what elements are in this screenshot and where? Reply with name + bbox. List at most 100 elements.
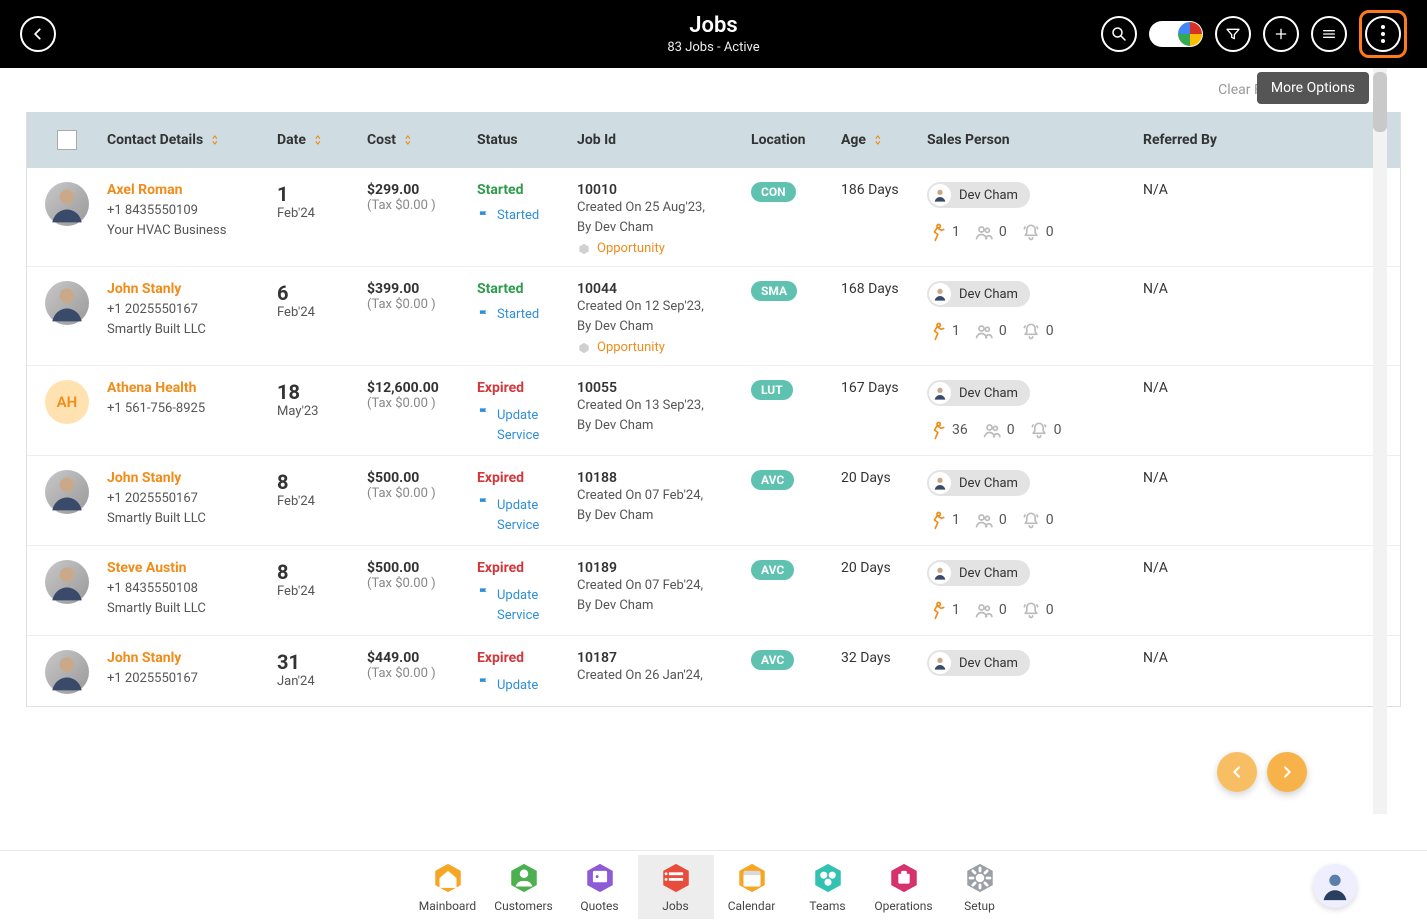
table-row[interactable]: John Stanly +1 2025550167 31 Jan'24$449.… — [27, 635, 1400, 706]
status-label: Expired — [477, 380, 577, 396]
page-next-button[interactable] — [1267, 752, 1307, 792]
cost-amount: $449.00 — [367, 650, 477, 666]
location-badge[interactable]: AVC — [751, 650, 794, 670]
contact-name[interactable]: John Stanly — [107, 281, 277, 297]
location-badge[interactable]: AVC — [751, 470, 794, 490]
activity-count: 1 — [927, 600, 960, 620]
back-button[interactable] — [20, 16, 56, 52]
team-count: 0 — [982, 420, 1015, 440]
status-flag[interactable]: Started — [477, 208, 577, 223]
date-day: 31 — [277, 650, 367, 674]
date-month: Feb'24 — [277, 206, 367, 221]
contact-company: Smartly Built LLC — [107, 599, 277, 619]
jobs-table: Contact Details Date Cost Status Job Id … — [26, 112, 1401, 707]
nav-mainboard[interactable]: Mainboard — [410, 855, 486, 919]
location-badge[interactable]: LUT — [751, 380, 793, 400]
nav-operations[interactable]: Operations — [866, 855, 942, 919]
nav-quotes[interactable]: Quotes — [562, 855, 638, 919]
col-referred[interactable]: Referred By — [1143, 132, 1273, 148]
contact-name[interactable]: Athena Health — [107, 380, 277, 396]
cost-tax: (Tax $0.00 ) — [367, 576, 477, 591]
select-all-checkbox[interactable] — [57, 130, 77, 150]
table-row[interactable]: Axel Roman +1 8435550109 Your HVAC Busin… — [27, 168, 1400, 266]
status-flag[interactable]: UpdateService — [477, 586, 577, 625]
nav-calendar[interactable]: Calendar — [714, 855, 790, 919]
sales-avatar-icon — [929, 652, 951, 674]
counters: 1 0 0 — [927, 222, 1143, 242]
nav-jobs[interactable]: Jobs — [638, 855, 714, 919]
table-row[interactable]: Steve Austin +1 8435550108 Smartly Built… — [27, 545, 1400, 635]
col-contact-label: Contact Details — [107, 132, 203, 148]
col-contact[interactable]: Contact Details — [107, 132, 277, 148]
sort-icon — [872, 133, 886, 147]
date-day: 1 — [277, 182, 367, 206]
location-badge[interactable]: SMA — [751, 281, 797, 301]
opportunity-tag[interactable]: Opportunity — [577, 241, 751, 256]
job-by: By Dev Cham — [577, 218, 751, 238]
table-row[interactable]: AHAthena Health +1 561-756-8925 18 May'2… — [27, 365, 1400, 455]
list-view-button[interactable] — [1311, 16, 1347, 52]
nav-teams[interactable]: Teams — [790, 855, 866, 919]
contact-company: Smartly Built LLC — [107, 320, 277, 340]
avatar — [45, 650, 89, 694]
scrollbar-thumb[interactable] — [1373, 72, 1387, 132]
activity-count: 1 — [927, 510, 960, 530]
job-created: Created On 12 Sep'23, — [577, 297, 751, 317]
chevron-left-icon — [31, 27, 45, 41]
add-button[interactable] — [1263, 16, 1299, 52]
col-jobid[interactable]: Job Id — [577, 132, 751, 148]
sort-icon — [312, 133, 326, 147]
sales-person-pill[interactable]: Dev Cham — [927, 281, 1030, 307]
col-date[interactable]: Date — [277, 132, 367, 148]
team-count: 0 — [974, 321, 1007, 341]
location-badge[interactable]: CON — [751, 182, 796, 202]
status-label: Started — [477, 182, 577, 198]
contact-name[interactable]: Axel Roman — [107, 182, 277, 198]
nav-setup[interactable]: Setup — [942, 855, 1018, 919]
opportunity-tag[interactable]: Opportunity — [577, 340, 751, 355]
cost-tax: (Tax $0.00 ) — [367, 396, 477, 411]
counters: 1 0 0 — [927, 600, 1143, 620]
sales-person-pill[interactable]: Dev Cham — [927, 182, 1030, 208]
sales-person-name: Dev Cham — [959, 287, 1018, 302]
sales-person-pill[interactable]: Dev Cham — [927, 560, 1030, 586]
contact-name[interactable]: Steve Austin — [107, 560, 277, 576]
location-badge[interactable]: AVC — [751, 560, 794, 580]
more-options-button[interactable] — [1365, 16, 1401, 52]
status-label: Started — [477, 281, 577, 297]
cost-amount: $500.00 — [367, 560, 477, 576]
sales-person-pill[interactable]: Dev Cham — [927, 650, 1030, 676]
col-location[interactable]: Location — [751, 132, 841, 148]
sales-avatar-icon — [929, 283, 951, 305]
filter-button[interactable] — [1215, 16, 1251, 52]
profile-avatar[interactable] — [1313, 864, 1357, 908]
date-month: Feb'24 — [277, 584, 367, 599]
status-flag[interactable]: Started — [477, 307, 577, 322]
search-button[interactable] — [1101, 16, 1137, 52]
status-flag[interactable]: Update — [477, 676, 577, 696]
map-toggle[interactable] — [1149, 21, 1203, 47]
status-flag[interactable]: UpdateService — [477, 406, 577, 445]
job-created: Created On 07 Feb'24, — [577, 486, 751, 506]
contact-name[interactable]: John Stanly — [107, 650, 277, 666]
page-prev-button[interactable] — [1217, 752, 1257, 792]
col-sales[interactable]: Sales Person — [927, 132, 1143, 148]
alert-count: 0 — [1021, 510, 1054, 530]
scrollbar-track[interactable] — [1373, 68, 1387, 814]
col-status[interactable]: Status — [477, 132, 577, 148]
sales-person-pill[interactable]: Dev Cham — [927, 380, 1030, 406]
col-age[interactable]: Age — [841, 132, 927, 148]
contact-name[interactable]: John Stanly — [107, 470, 277, 486]
status-flag[interactable]: UpdateService — [477, 496, 577, 535]
cost-amount: $500.00 — [367, 470, 477, 486]
avatar — [45, 560, 89, 604]
table-row[interactable]: John Stanly +1 2025550167 Smartly Built … — [27, 455, 1400, 545]
job-id: 10055 — [577, 380, 751, 396]
nav-customers[interactable]: Customers — [486, 855, 562, 919]
sales-person-pill[interactable]: Dev Cham — [927, 470, 1030, 496]
table-row[interactable]: John Stanly +1 2025550167 Smartly Built … — [27, 266, 1400, 365]
activity-count: 1 — [927, 222, 960, 242]
job-by: By Dev Cham — [577, 416, 751, 436]
date-day: 18 — [277, 380, 367, 404]
col-cost[interactable]: Cost — [367, 132, 477, 148]
